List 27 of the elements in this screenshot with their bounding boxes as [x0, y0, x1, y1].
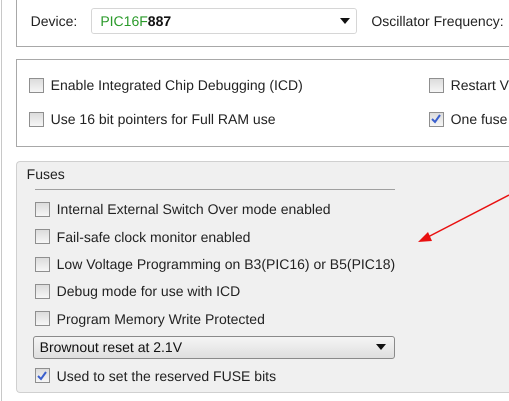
checkbox[interactable] — [428, 112, 444, 126]
checkbox-label: Low Voltage Programming on B3(PIC16) or B5(PIC18) — [56, 256, 396, 272]
dropdown-arrow-icon — [340, 18, 350, 24]
checkbox-label: Used to set the reserved FUSE bits — [56, 368, 276, 384]
checkbox[interactable] — [34, 368, 50, 384]
checkbox-label: Restart V — [450, 77, 509, 93]
checkbox[interactable] — [34, 284, 50, 299]
group-title: Fuses — [26, 166, 65, 182]
checkbox-label: Internal External Switch Over mode enabled — [56, 201, 331, 218]
checkbox[interactable] — [34, 311, 50, 326]
checkbox-label: Debug mode for use with ICD — [56, 283, 240, 300]
checkbox[interactable] — [28, 78, 44, 92]
checkbox-label: Fail-safe clock monitor enabled — [56, 228, 250, 245]
checkbox[interactable] — [34, 229, 50, 244]
checkbox[interactable] — [34, 256, 50, 272]
checkbox[interactable] — [34, 202, 50, 217]
checkbox[interactable] — [428, 78, 444, 92]
oscillator-label: Oscillator Frequency: — [371, 13, 504, 29]
checkbox-label: Enable Integrated Chip Debugging (ICD) — [50, 77, 303, 93]
brownout-dropdown[interactable]: Brownout reset at 2.1V — [32, 336, 395, 359]
checkbox-label: Program Memory Write Protected — [56, 310, 265, 327]
device-dropdown[interactable]: PIC16F887 — [91, 8, 358, 34]
device-label: Device: — [30, 13, 78, 29]
checkbox[interactable] — [28, 112, 44, 126]
checkbox-label: One fuse — [450, 111, 508, 127]
checkbox-label: Use 16 bit pointers for Full RAM use — [50, 111, 276, 127]
dropdown-arrow-icon — [376, 344, 386, 350]
